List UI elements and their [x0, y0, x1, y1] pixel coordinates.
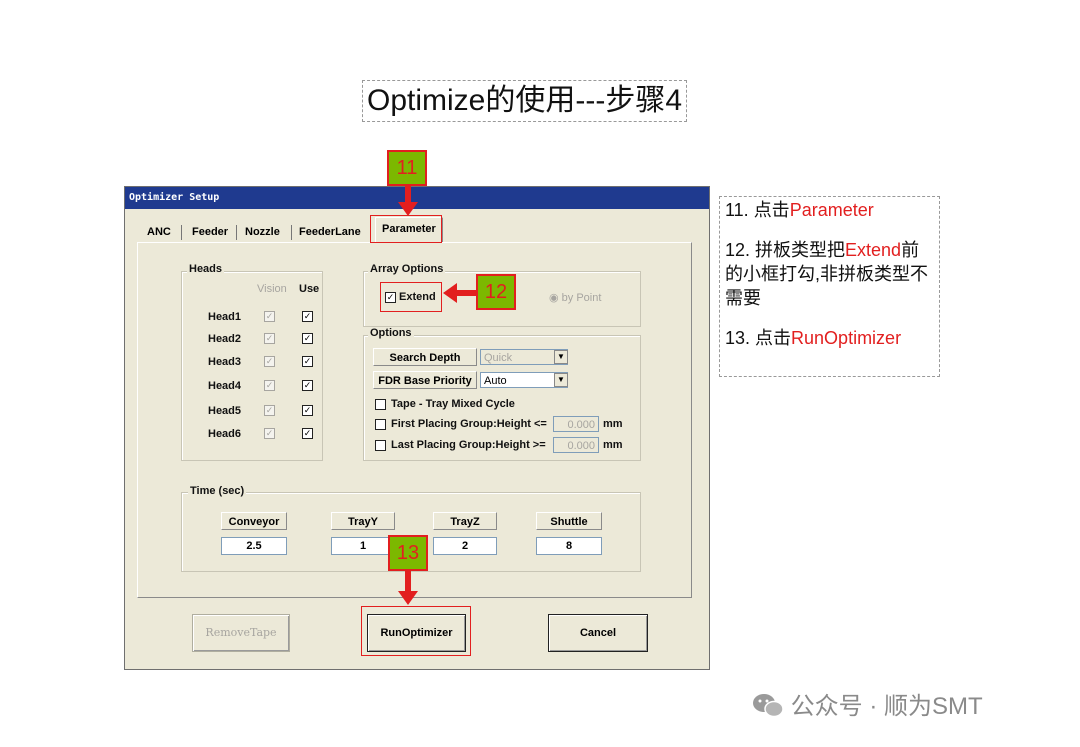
- note-highlight: Extend: [845, 240, 902, 260]
- slide-title: Optimize的使用---步骤4: [362, 80, 688, 122]
- tab-feederlane[interactable]: FeederLane: [293, 223, 367, 242]
- head-label: Head5: [208, 405, 242, 417]
- use-checkbox[interactable]: ✓: [302, 380, 313, 391]
- last-group-height-input[interactable]: 0.000: [553, 437, 599, 453]
- vision-checkbox: ✓: [264, 333, 275, 344]
- conveyor-label: Conveyor: [221, 512, 287, 530]
- arrow-left-icon: [443, 283, 477, 303]
- run-optimizer-button[interactable]: RunOptimizer: [367, 614, 466, 652]
- last-group-label: Last Placing Group:Height >=: [391, 439, 546, 451]
- radio-icon: ◉: [549, 292, 562, 304]
- use-checkbox[interactable]: ✓: [302, 356, 313, 367]
- tab-anc[interactable]: ANC: [141, 223, 177, 242]
- use-checkbox[interactable]: ✓: [302, 405, 313, 416]
- vision-column-header: Vision: [257, 283, 287, 295]
- wechat-icon: [753, 694, 784, 718]
- tab-feeder[interactable]: Feeder: [186, 223, 234, 242]
- trayz-label: TrayZ: [433, 512, 497, 530]
- tab-separator: [181, 225, 182, 240]
- extend-checkbox[interactable]: ✓: [385, 292, 396, 303]
- tab-separator: [291, 225, 292, 240]
- use-column-header: Use: [299, 283, 320, 295]
- use-checkbox[interactable]: ✓: [302, 333, 313, 344]
- trayy-label: TrayY: [331, 512, 395, 530]
- callout-11: 11: [387, 150, 427, 186]
- time-group-title: Time (sec): [188, 485, 247, 497]
- array-options-title: Array Options: [368, 263, 446, 275]
- vision-checkbox: ✓: [264, 428, 275, 439]
- note-text: 13. 点击: [725, 328, 792, 348]
- vision-checkbox: ✓: [264, 405, 275, 416]
- remove-tape-button[interactable]: RemoveTape: [192, 614, 290, 652]
- tape-tray-checkbox[interactable]: [375, 399, 386, 410]
- first-group-checkbox[interactable]: [375, 419, 386, 430]
- shuttle-input[interactable]: 8: [536, 537, 602, 555]
- arrow-down-icon: [398, 571, 418, 605]
- head-label: Head1: [208, 311, 242, 323]
- by-point-label: by Point: [561, 292, 602, 304]
- unit-label: mm: [603, 418, 623, 430]
- head-label: Head3: [208, 356, 242, 368]
- arrow-down-icon: [398, 186, 418, 216]
- first-group-label: First Placing Group:Height <=: [391, 418, 547, 430]
- head-label: Head6: [208, 428, 242, 440]
- vision-checkbox: ✓: [264, 380, 275, 391]
- shuttle-label: Shuttle: [536, 512, 602, 530]
- last-group-checkbox[interactable]: [375, 440, 386, 451]
- fdr-base-priority-label: FDR Base Priority: [373, 371, 477, 389]
- tab-nozzle[interactable]: Nozzle: [239, 223, 286, 242]
- note-12: 12. 拼板类型把Extend前的小框打勾,非拼板类型不需要: [725, 238, 934, 310]
- callout-13: 13: [388, 535, 428, 571]
- tab-separator: [236, 225, 237, 240]
- conveyor-input[interactable]: 2.5: [221, 537, 287, 555]
- watermark: 公众号 · 顺为SMT: [752, 686, 983, 721]
- note-13: 13. 点击RunOptimizer: [725, 326, 934, 350]
- callout-12: 12: [476, 274, 516, 310]
- head-label: Head4: [208, 380, 242, 392]
- note-highlight: RunOptimizer: [791, 328, 902, 348]
- note-text: 12. 拼板类型把: [725, 240, 846, 260]
- use-checkbox[interactable]: ✓: [302, 311, 313, 322]
- by-point-radio[interactable]: ◉ by Point: [549, 291, 601, 304]
- cancel-button[interactable]: Cancel: [548, 614, 648, 652]
- parameter-tab-highlight: [370, 215, 442, 243]
- options-title: Options: [368, 327, 414, 339]
- note-text: 11. 点击: [725, 200, 790, 220]
- trayy-input[interactable]: 1: [331, 537, 395, 555]
- heads-group-title: Heads: [187, 263, 225, 275]
- first-group-height-input[interactable]: 0.000: [553, 416, 599, 432]
- unit-label: mm: [603, 439, 623, 451]
- vision-checkbox: ✓: [264, 356, 275, 367]
- instruction-notes: 11. 点击Parameter 12. 拼板类型把Extend前的小框打勾,非拼…: [719, 196, 940, 377]
- note-11: 11. 点击Parameter: [725, 198, 934, 222]
- chevron-down-icon[interactable]: ▼: [554, 350, 568, 364]
- chevron-down-icon[interactable]: ▼: [554, 373, 568, 387]
- vision-checkbox: ✓: [264, 311, 275, 322]
- watermark-text: 公众号 · 顺为SMT: [790, 693, 983, 720]
- extend-label[interactable]: Extend: [399, 291, 436, 303]
- search-depth-label: Search Depth: [373, 348, 477, 366]
- note-highlight: Parameter: [789, 200, 874, 220]
- tape-tray-label: Tape - Tray Mixed Cycle: [391, 398, 515, 410]
- head-label: Head2: [208, 333, 242, 345]
- trayz-input[interactable]: 2: [433, 537, 497, 555]
- use-checkbox[interactable]: ✓: [302, 428, 313, 439]
